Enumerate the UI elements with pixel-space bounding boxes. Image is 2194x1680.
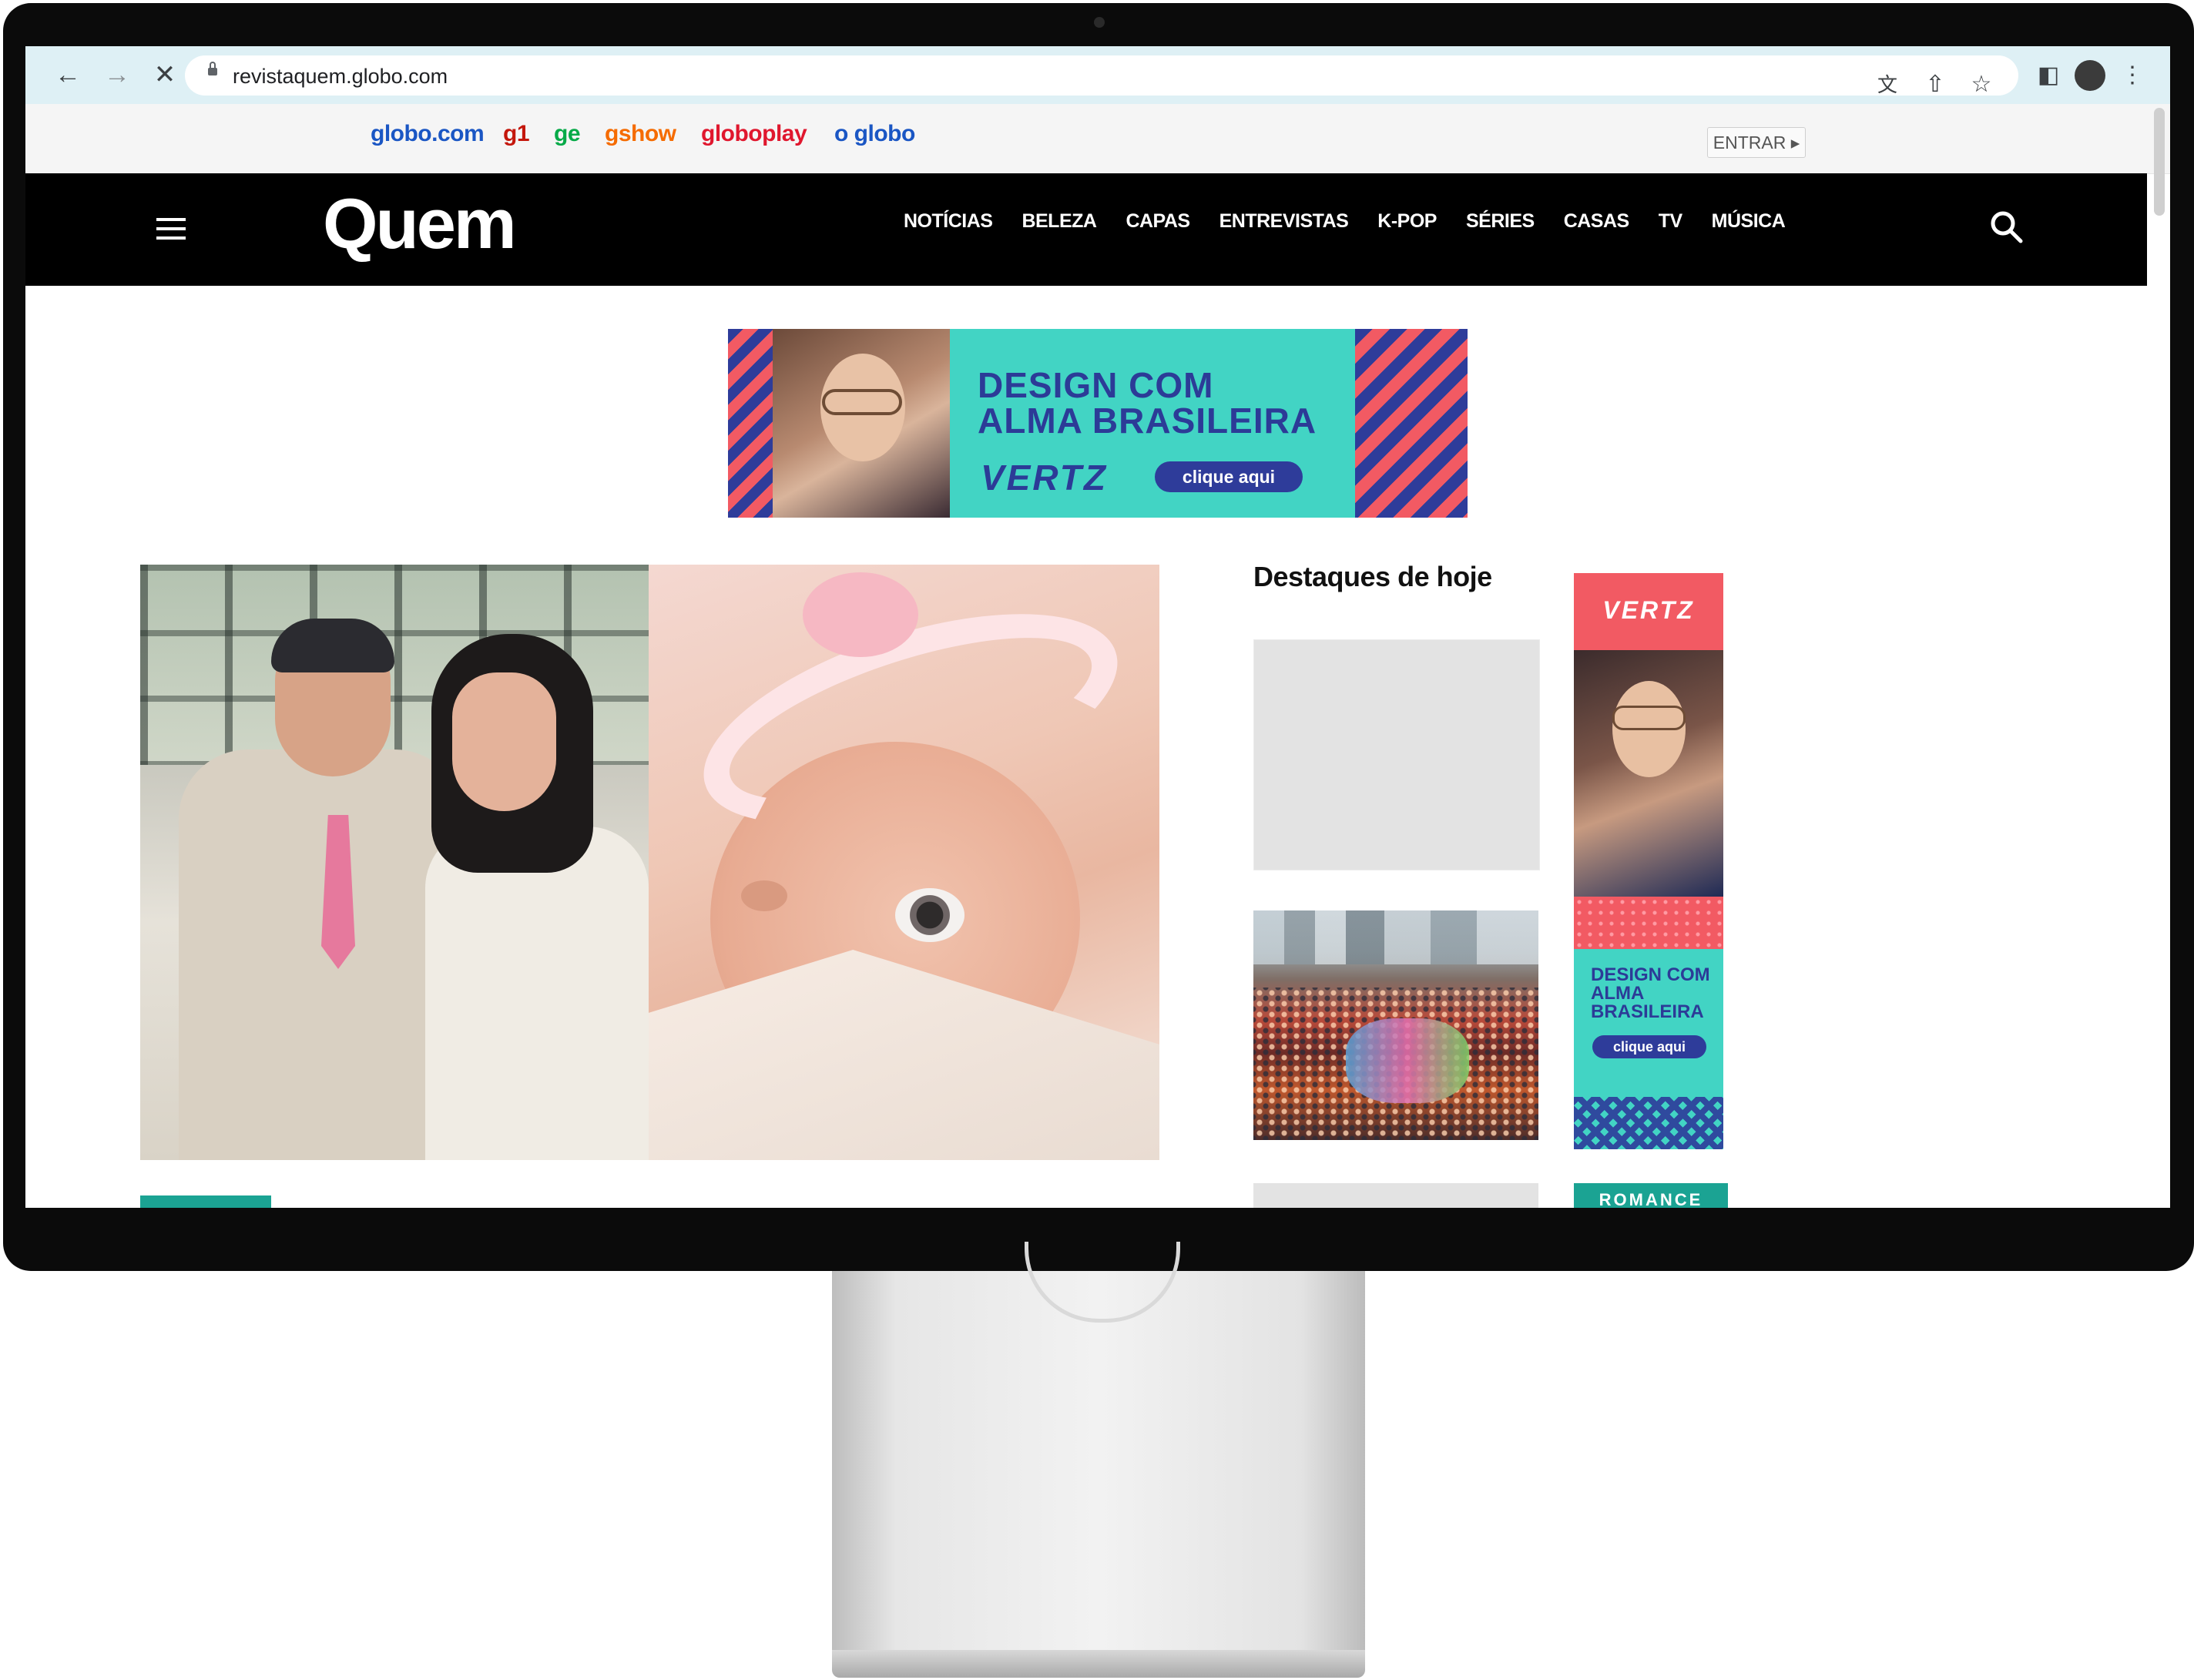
monitor-stand bbox=[832, 1269, 1365, 1655]
globo-network-bar: globo.com g1 ge gshow globoplay o globo … bbox=[25, 104, 2170, 174]
highlight-card-placeholder[interactable] bbox=[1253, 1183, 1538, 1208]
ad-brand-logo: VERTZ bbox=[981, 458, 1108, 498]
nav-item-noticias[interactable]: NOTÍCIAS bbox=[904, 210, 993, 233]
side-ad-text: DESIGN COM ALMA BRASILEIRA bbox=[1591, 964, 1710, 1022]
ad-cta-button[interactable]: clique aqui bbox=[1155, 461, 1303, 492]
sidebar-title: Destaques de hoje bbox=[1253, 561, 1492, 592]
hamburger-menu-icon[interactable] bbox=[156, 218, 186, 240]
nav-item-musica[interactable]: MÚSICA bbox=[1712, 210, 1786, 233]
glasses-icon bbox=[822, 389, 902, 415]
nav-item-kpop[interactable]: K-POP bbox=[1377, 210, 1437, 233]
menu-kebab-icon[interactable]: ⋮ bbox=[2121, 60, 2144, 91]
brand-link-oglobo[interactable]: o globo bbox=[834, 121, 915, 147]
hero-article-image[interactable] bbox=[140, 565, 1159, 1160]
browser-toolbar: ← → ✕ revistaquem.globo.com 文 ⇧ ☆ ◧ ⋮ bbox=[25, 46, 2170, 104]
brand-link-globo[interactable]: globo.com bbox=[371, 121, 485, 147]
brand-link-g1[interactable]: g1 bbox=[503, 121, 530, 147]
camera-icon bbox=[1094, 17, 1105, 28]
nav-item-beleza[interactable]: BELEZA bbox=[1022, 210, 1097, 233]
translate-icon[interactable]: 文 bbox=[1872, 69, 1903, 100]
login-button[interactable]: ENTRAR ▸ bbox=[1707, 127, 1806, 158]
side-panel-icon[interactable]: ◧ bbox=[2035, 60, 2062, 91]
nav-item-series[interactable]: SÉRIES bbox=[1466, 210, 1535, 233]
browser-screen: ← → ✕ revistaquem.globo.com 文 ⇧ ☆ ◧ ⋮ gl… bbox=[25, 46, 2170, 1208]
side-ad-brand: VERTZ bbox=[1602, 596, 1695, 624]
side-ad-cta-button[interactable]: clique aqui bbox=[1592, 1035, 1706, 1058]
glasses-icon bbox=[1612, 706, 1686, 730]
article-category-tag[interactable] bbox=[140, 1195, 271, 1208]
highlight-card-carnival[interactable] bbox=[1253, 910, 1538, 1140]
nav-item-casas[interactable]: CASAS bbox=[1564, 210, 1630, 233]
search-icon[interactable] bbox=[1987, 207, 2025, 246]
site-logo[interactable]: Quem bbox=[323, 184, 517, 265]
brand-link-gshow[interactable]: gshow bbox=[605, 121, 676, 147]
lock-icon bbox=[208, 62, 217, 75]
nav-item-capas[interactable]: CAPAS bbox=[1126, 210, 1190, 233]
profile-avatar[interactable] bbox=[2075, 60, 2105, 91]
top-ad-banner[interactable]: DESIGN COM ALMA BRASILEIRA VERTZ clique … bbox=[728, 329, 1468, 518]
url-text: revistaquem.globo.com bbox=[233, 65, 448, 88]
brand-link-globoplay[interactable]: globoplay bbox=[701, 121, 807, 147]
main-nav: NOTÍCIAS BELEZA CAPAS ENTREVISTAS K-POP … bbox=[904, 210, 1814, 233]
share-icon[interactable]: ⇧ bbox=[1920, 69, 1951, 100]
site-header: Quem NOTÍCIAS BELEZA CAPAS ENTREVISTAS K… bbox=[25, 173, 2147, 286]
bookmark-star-icon[interactable]: ☆ bbox=[1966, 69, 1997, 100]
side-ad-banner[interactable]: VERTZ DESIGN COM ALMA BRASILEIRA clique … bbox=[1574, 573, 1723, 1149]
monitor-stand-foot bbox=[832, 1650, 1365, 1678]
brand-link-ge[interactable]: ge bbox=[554, 121, 581, 147]
stop-loading-button[interactable]: ✕ bbox=[149, 59, 181, 91]
wedding-photo bbox=[140, 565, 649, 1160]
highlight-card-placeholder[interactable] bbox=[1253, 639, 1540, 870]
baby-photo bbox=[649, 565, 1159, 1160]
nav-item-entrevistas[interactable]: ENTREVISTAS bbox=[1219, 210, 1349, 233]
address-bar[interactable]: revistaquem.globo.com 文 ⇧ ☆ bbox=[185, 55, 2018, 97]
scrollbar-thumb[interactable] bbox=[2154, 108, 2165, 216]
forward-button[interactable]: → bbox=[101, 59, 133, 91]
nav-item-tv[interactable]: TV bbox=[1659, 210, 1682, 233]
romance-tag[interactable]: ROMANCE bbox=[1574, 1183, 1728, 1208]
ad-headline-line2: ALMA BRASILEIRA bbox=[978, 401, 1317, 441]
back-button[interactable]: ← bbox=[52, 59, 84, 91]
ad-headline-line1: DESIGN COM bbox=[978, 365, 1214, 405]
